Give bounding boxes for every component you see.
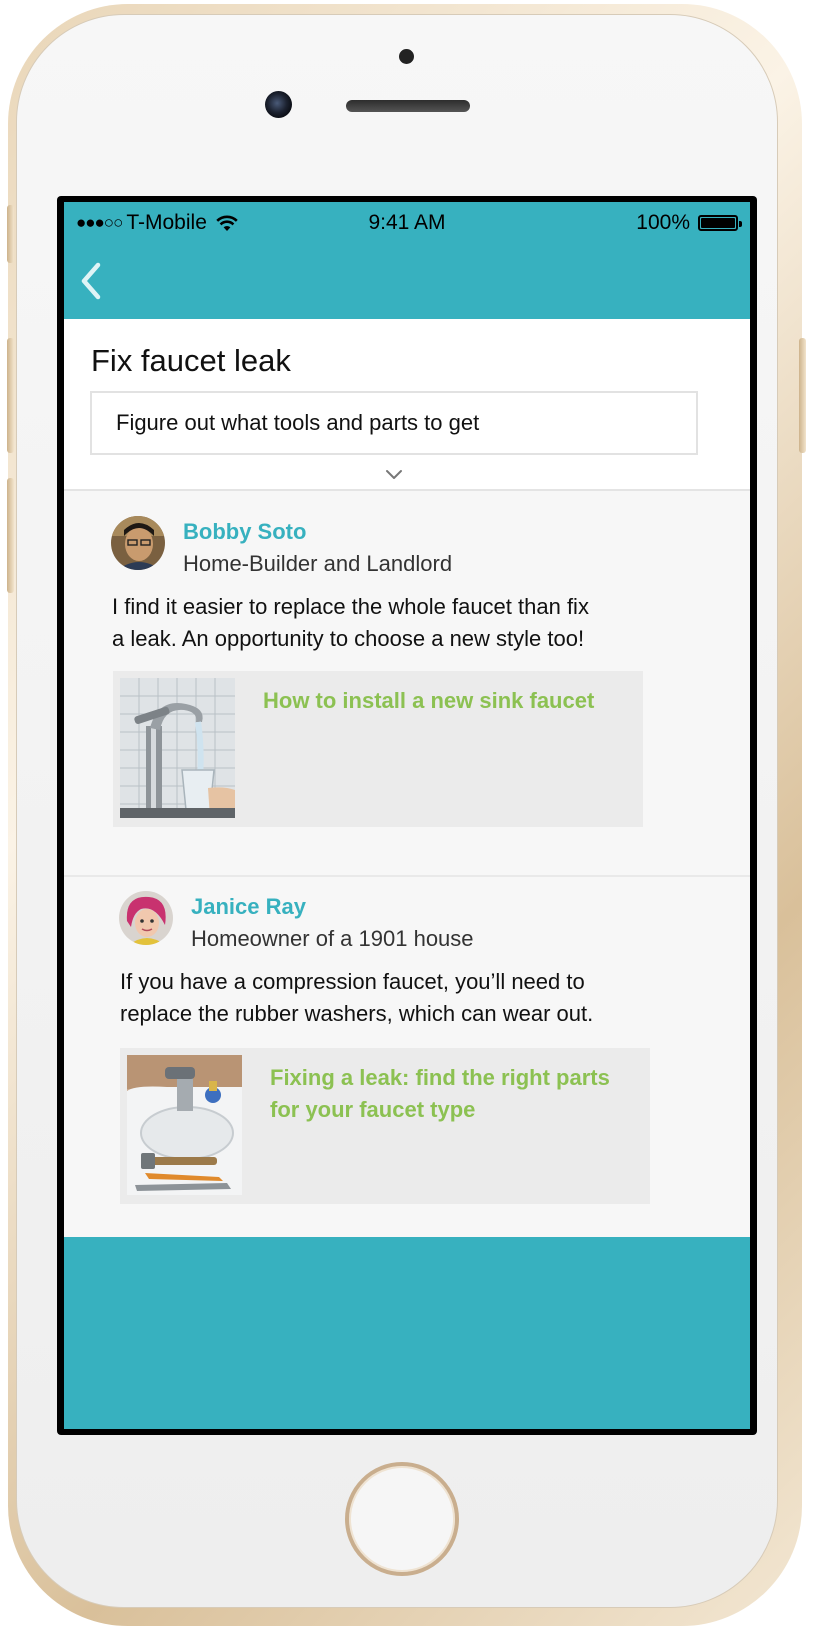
avatar[interactable] <box>111 516 165 570</box>
status-battery-group: 100% <box>636 211 742 235</box>
article-link-card[interactable]: Fixing a leak: find the right parts for … <box>120 1048 650 1204</box>
answer-text: If you have a compression faucet, you’ll… <box>120 966 593 1030</box>
author-name[interactable]: Bobby Soto <box>183 519 306 545</box>
article-link-card[interactable]: How to install a new sink faucet <box>113 671 643 827</box>
chevron-down-icon[interactable] <box>385 469 403 480</box>
bottom-bar <box>64 1237 750 1429</box>
author-role: Homeowner of a 1901 house <box>191 926 474 951</box>
answer-text-line: I find it easier to replace the whole fa… <box>112 594 589 619</box>
battery-icon <box>698 215 742 231</box>
earpiece-speaker <box>346 100 470 112</box>
step-label: Figure out what tools and parts to get <box>116 410 480 435</box>
avatar[interactable] <box>119 891 173 945</box>
answer-text-line: If you have a compression faucet, you’ll… <box>120 969 585 994</box>
answer-card: Janice Ray Homeowner of a 1901 house If … <box>64 877 750 1237</box>
volume-down-button <box>7 478 14 593</box>
article-link-title-line: Fixing a leak: find the right parts <box>270 1065 610 1090</box>
page-title: Fix faucet leak <box>91 343 291 378</box>
step-selector[interactable]: Figure out what tools and parts to get <box>90 391 698 455</box>
home-button[interactable] <box>345 1462 459 1576</box>
proximity-sensor <box>399 49 414 64</box>
app-screen: ●●●○○ T-Mobile 9:41 AM 100% Fix faucet l… <box>64 202 750 1429</box>
answer-card: Bobby Soto Home-Builder and Landlord I f… <box>64 491 750 877</box>
sink-parts-thumbnail <box>127 1055 242 1195</box>
answer-text-line: replace the rubber washers, which can we… <box>120 1001 594 1026</box>
nav-bar: ●●●○○ T-Mobile 9:41 AM 100% <box>64 202 750 319</box>
article-link-title-line: for your faucet type <box>270 1097 476 1122</box>
volume-up-button <box>7 338 14 453</box>
answer-text: I find it easier to replace the whole fa… <box>112 591 589 655</box>
answer-text-line: a leak. An opportunity to choose a new s… <box>112 626 585 651</box>
back-button[interactable] <box>76 259 106 303</box>
chevron-left-icon <box>81 262 101 300</box>
faucet-thumbnail <box>120 678 235 818</box>
battery-percent: 100% <box>636 211 690 234</box>
front-camera-icon <box>265 91 292 118</box>
task-header: Fix faucet leak Figure out what tools an… <box>64 319 750 491</box>
author-role: Home-Builder and Landlord <box>183 551 453 576</box>
silent-switch <box>7 205 14 263</box>
power-button <box>799 338 806 453</box>
article-link-title: How to install a new sink faucet <box>263 688 595 713</box>
author-name[interactable]: Janice Ray <box>191 894 306 920</box>
article-link-title: Fixing a leak: find the right parts for … <box>270 1062 635 1126</box>
